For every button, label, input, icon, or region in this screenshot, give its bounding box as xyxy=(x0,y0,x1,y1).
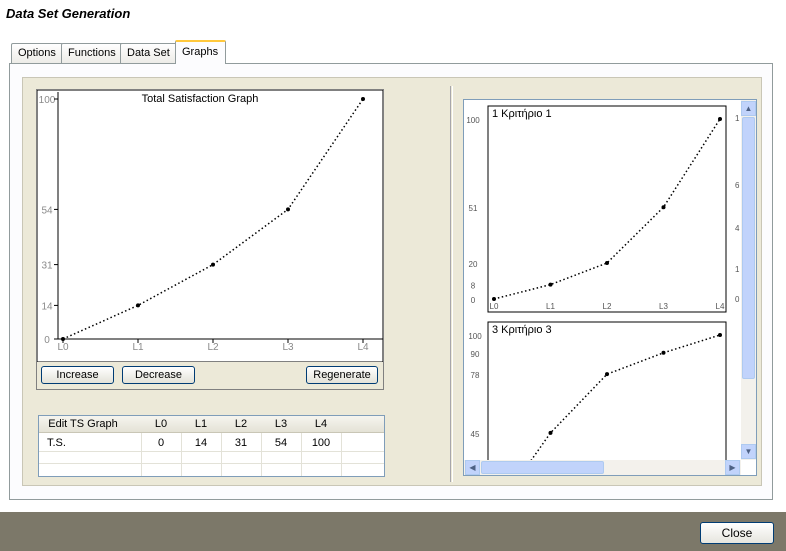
x-tick-label: L4 xyxy=(357,342,369,353)
scroll-down-arrow-icon[interactable]: ▼ xyxy=(741,444,756,459)
scroll-right-arrow-icon[interactable]: ▶ xyxy=(725,460,740,475)
ts-table-cell[interactable]: 0 xyxy=(141,435,181,451)
ts-table-header-cell: L2 xyxy=(234,418,248,430)
ts-graph-panel: 0 14 31 54 100 L0 L1 L2 L3 L4 Total Satisfaction … xyxy=(36,89,384,390)
criteria-graphs-panel[interactable]: 0 8 20 51 100 L0 L1 L2 L3 L4 45 78 90 100 1 Κριτήριο… xyxy=(463,99,757,476)
partial-axis-label: 1 xyxy=(735,265,740,274)
criteria-graphs: 0 8 20 51 100 L0 L1 L2 L3 L4 45 78 90 100 1 Κριτήριο… xyxy=(466,105,740,460)
x-tick-label: L2 xyxy=(603,302,612,311)
x-tick-label: L2 xyxy=(207,342,219,353)
x-tick-label: L3 xyxy=(282,342,294,353)
data-point xyxy=(605,261,609,265)
data-point xyxy=(211,262,215,267)
x-tick-label: L1 xyxy=(546,302,555,311)
data-point xyxy=(61,337,65,341)
partial-axis-label: 1 xyxy=(735,114,740,123)
scroll-left-arrow-icon[interactable]: ◀ xyxy=(465,460,480,475)
y-tick-label: 51 xyxy=(469,204,478,213)
window-title: Data Set Generation xyxy=(6,6,131,21)
ts-table-header-cell: Edit TS Graph xyxy=(48,418,118,430)
vertical-scroll-thumb[interactable] xyxy=(742,117,755,379)
ts-table-cell[interactable]: 31 xyxy=(221,435,261,451)
y-tick-label: 20 xyxy=(469,260,478,269)
data-point xyxy=(548,282,553,287)
x-tick-label: L0 xyxy=(490,302,499,311)
ts-table-header-cell: L0 xyxy=(154,418,168,430)
partial-axis-label: 0 xyxy=(735,295,740,304)
y-tick-label: 31 xyxy=(41,261,53,272)
x-tick-label: L0 xyxy=(57,342,69,353)
y-tick-label: 100 xyxy=(466,116,480,125)
ts-table-cell[interactable]: 100 xyxy=(301,435,341,451)
tab-panel-graphs: 0 14 31 54 100 L0 L1 L2 L3 L4 Total Satisfaction … xyxy=(9,63,773,500)
data-point xyxy=(661,205,666,210)
data-point xyxy=(136,303,140,308)
tab-functions[interactable]: Functions xyxy=(61,43,123,64)
y-tick-label: 54 xyxy=(41,205,53,216)
tab-graphs[interactable]: Graphs xyxy=(175,40,226,64)
ts-table-cell[interactable]: 14 xyxy=(181,435,221,451)
y-tick-label: 100 xyxy=(468,332,482,341)
dialog-footer xyxy=(0,512,786,551)
ts-table-header-cell: L4 xyxy=(314,418,328,430)
partial-axis-label: 6 xyxy=(735,181,740,190)
y-tick-label: 45 xyxy=(471,430,480,439)
criterion-3-title: 3 Κριτήριο 3 xyxy=(492,324,552,336)
data-point xyxy=(492,297,496,301)
y-tick-label: 0 xyxy=(44,335,50,346)
partial-axis-label: 4 xyxy=(735,224,740,233)
graphs-frame: 0 14 31 54 100 L0 L1 L2 L3 L4 Total Satisfaction … xyxy=(22,77,762,486)
ts-graph: 0 14 31 54 100 L0 L1 L2 L3 L4 Total Satisfaction … xyxy=(37,90,383,362)
data-point xyxy=(605,372,609,377)
x-tick-label: L1 xyxy=(132,342,144,353)
tab-options[interactable]: Options xyxy=(11,43,63,64)
data-point xyxy=(661,350,666,355)
data-point xyxy=(548,430,553,435)
regenerate-button[interactable]: Regenerate xyxy=(306,366,378,384)
ts-graph-title: Total Satisfaction Graph xyxy=(142,93,259,105)
ts-table-header-cell: L1 xyxy=(194,418,208,430)
decrease-button[interactable]: Decrease xyxy=(122,366,195,384)
horizontal-scroll-thumb[interactable] xyxy=(481,461,604,474)
x-tick-label: L4 xyxy=(716,302,725,311)
y-tick-label: 90 xyxy=(471,350,480,359)
data-point xyxy=(286,207,290,212)
x-tick-label: L3 xyxy=(659,302,668,311)
y-tick-label: 0 xyxy=(471,296,476,305)
scroll-up-arrow-icon[interactable]: ▲ xyxy=(741,101,756,116)
y-tick-label: 14 xyxy=(41,301,53,312)
data-point xyxy=(361,97,365,101)
data-point xyxy=(718,333,722,337)
splitter[interactable] xyxy=(450,86,453,482)
y-tick-label: 100 xyxy=(39,95,56,106)
y-tick-label: 8 xyxy=(471,282,476,291)
ts-table-row-label: T.S. xyxy=(47,437,66,449)
data-point xyxy=(718,117,722,121)
y-tick-label: 78 xyxy=(471,371,480,380)
close-button[interactable]: Close xyxy=(700,522,774,544)
ts-table-cell[interactable]: 54 xyxy=(261,435,301,451)
ts-table-header-cell: L3 xyxy=(274,418,288,430)
ts-table[interactable]: Edit TS Graph L0 L1 L2 L3 L4 T.S. 0 14 3… xyxy=(38,415,385,477)
criterion-1-title: 1 Κριτήριο 1 xyxy=(492,108,552,120)
increase-button[interactable]: Increase xyxy=(41,366,114,384)
tab-data-set[interactable]: Data Set xyxy=(120,43,177,64)
